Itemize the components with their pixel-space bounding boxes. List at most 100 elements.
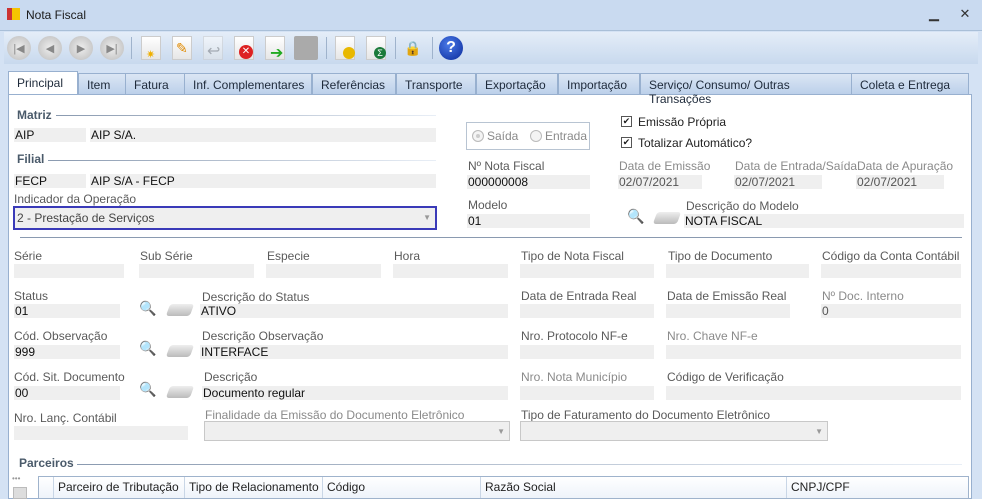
save-disk-icon [294,36,318,60]
grid-add-icon[interactable] [13,487,27,499]
tipo-nf-label: Tipo de Nota Fiscal [521,249,624,263]
close-button[interactable]: ✕ [955,6,975,24]
hora-field[interactable] [393,264,508,278]
modelo-field[interactable]: 01 [467,214,590,228]
last-record-button[interactable]: ▶| [99,35,125,61]
search-icon[interactable]: 🔍 [627,208,644,225]
first-icon: |◀ [7,36,31,60]
tab-item[interactable]: Item [78,73,127,94]
tab-servico-consumo[interactable]: Serviço/ Consumo/ Outras Transações [640,73,852,106]
data-emissao-label: Data de Emissão [619,159,711,173]
cod-verificacao-field[interactable] [666,386,961,400]
toolbar-separator [326,37,327,59]
previous-icon: ◀ [38,36,62,60]
saida-radio[interactable] [472,130,484,142]
export-button[interactable]: ➔ [262,35,288,62]
totalizar-checkbox[interactable]: ✔ [621,137,632,148]
desc-observacao-label: Descrição Observação [202,329,324,343]
especie-label: Especie [267,249,310,263]
desc-status-field[interactable]: ATIVO [200,304,508,318]
descricao-field[interactable]: Documento regular [202,386,508,400]
data-apuracao-field[interactable]: 02/07/2021 [856,175,944,189]
lock-button[interactable]: 🔒 [400,35,426,61]
next-record-button[interactable]: ▶ [68,35,94,61]
protocolo-nfe-field[interactable] [520,345,654,359]
emissao-propria-label: Emissão Própria [638,115,727,129]
eraser-icon[interactable] [165,304,195,316]
matriz-name-field[interactable]: AIP S/A. [90,128,436,142]
saida-label: Saída [487,129,519,143]
entrada-label: Entrada [545,129,588,143]
edit-button[interactable]: ✎ [169,35,195,61]
data-emissao-field[interactable]: 02/07/2021 [618,175,702,189]
cod-sit-documento-label: Cód. Sit. Documento [14,370,125,384]
filial-code-field[interactable]: FECP [14,174,86,188]
delete-icon: ✕ [234,36,254,60]
column-header[interactable]: Parceiro de Tributação [54,477,185,498]
numero-nf-field[interactable]: 000000008 [467,175,590,189]
filial-name-field[interactable]: AIP S/A - FECP [90,174,436,188]
entrada-radio[interactable] [530,130,542,142]
tab-transporte[interactable]: Transporte [396,73,476,94]
minimize-button[interactable]: ▁ [924,6,944,24]
tab-exportacao[interactable]: Exportação [476,73,558,94]
search-icon[interactable]: 🔍 [139,340,156,357]
previous-record-button[interactable]: ◀ [37,35,63,61]
tab-principal[interactable]: Principal [8,71,78,94]
doc-interno-field[interactable]: 0 [821,304,961,318]
modelo-label: Modelo [468,198,508,212]
especie-field[interactable] [266,264,381,278]
indicador-operacao-select[interactable]: 2 - Prestação de Serviços ▼ [13,206,437,230]
toolbar-separator [432,37,433,59]
chave-nfe-field[interactable] [666,345,961,359]
tab-importacao[interactable]: Importação [558,73,640,94]
help-button[interactable]: ? [438,35,464,61]
column-header[interactable]: Código [323,477,481,498]
matriz-code-field[interactable]: AIP [14,128,86,142]
status-field[interactable]: 01 [14,304,120,318]
grid-menu-icon[interactable]: ••• [12,474,20,483]
serie-field[interactable] [14,264,124,278]
app-icon [7,8,20,20]
desc-modelo-field[interactable]: NOTA FISCAL [684,214,964,228]
cod-observacao-field[interactable]: 999 [14,345,120,359]
finalidade-select[interactable]: ▼ [204,421,510,441]
column-header[interactable]: CNPJ/CPF [787,477,969,498]
tab-coleta-entrega[interactable]: Coleta e Entrega [851,73,969,94]
conta-contabil-field[interactable] [821,264,961,278]
report-totals-button[interactable]: Σ [363,35,389,61]
eraser-icon[interactable] [165,345,195,357]
tipo-documento-field[interactable] [666,264,809,278]
sub-serie-field[interactable] [139,264,254,278]
data-emissao-real-field[interactable] [666,304,790,318]
delete-button[interactable]: ✕ [231,35,257,61]
export-arrow-icon: ➔ [265,36,285,62]
lanc-contabil-field[interactable] [14,426,188,440]
desc-observacao-field[interactable]: INTERFACE [200,345,508,359]
tipo-nf-field[interactable] [520,264,654,278]
data-entrada-saida-field[interactable]: 02/07/2021 [734,175,822,189]
divider [56,115,436,116]
new-button[interactable]: ✷ [138,35,164,61]
search-icon[interactable]: 🔍 [139,300,156,317]
tab-inf-complementares[interactable]: Inf. Complementares [184,73,312,94]
tipo-faturamento-label: Tipo de Faturamento do Documento Eletrôn… [521,408,771,422]
column-header[interactable]: Razão Social [481,477,787,498]
data-entrada-real-field[interactable] [520,304,654,318]
tab-referencias[interactable]: Referências [312,73,396,94]
eraser-icon[interactable] [652,212,682,224]
nota-municipio-field[interactable] [520,386,654,400]
tipo-faturamento-select[interactable]: ▼ [520,421,828,441]
next-icon: ▶ [69,36,93,60]
first-record-button[interactable]: |◀ [6,35,32,61]
save-button[interactable] [293,35,319,61]
search-icon[interactable]: 🔍 [139,381,156,398]
report-values-button[interactable] [332,35,358,61]
undo-button[interactable]: ↩ [200,35,226,61]
emissao-propria-checkbox[interactable]: ✔ [621,116,632,127]
column-header[interactable]: Tipo de Relacionamento [185,477,323,498]
cod-sit-documento-field[interactable]: 00 [14,386,120,400]
tab-fatura[interactable]: Fatura [125,73,185,94]
eraser-icon[interactable] [165,386,195,398]
data-emissao-real-label: Data de Emissão Real [667,289,787,303]
